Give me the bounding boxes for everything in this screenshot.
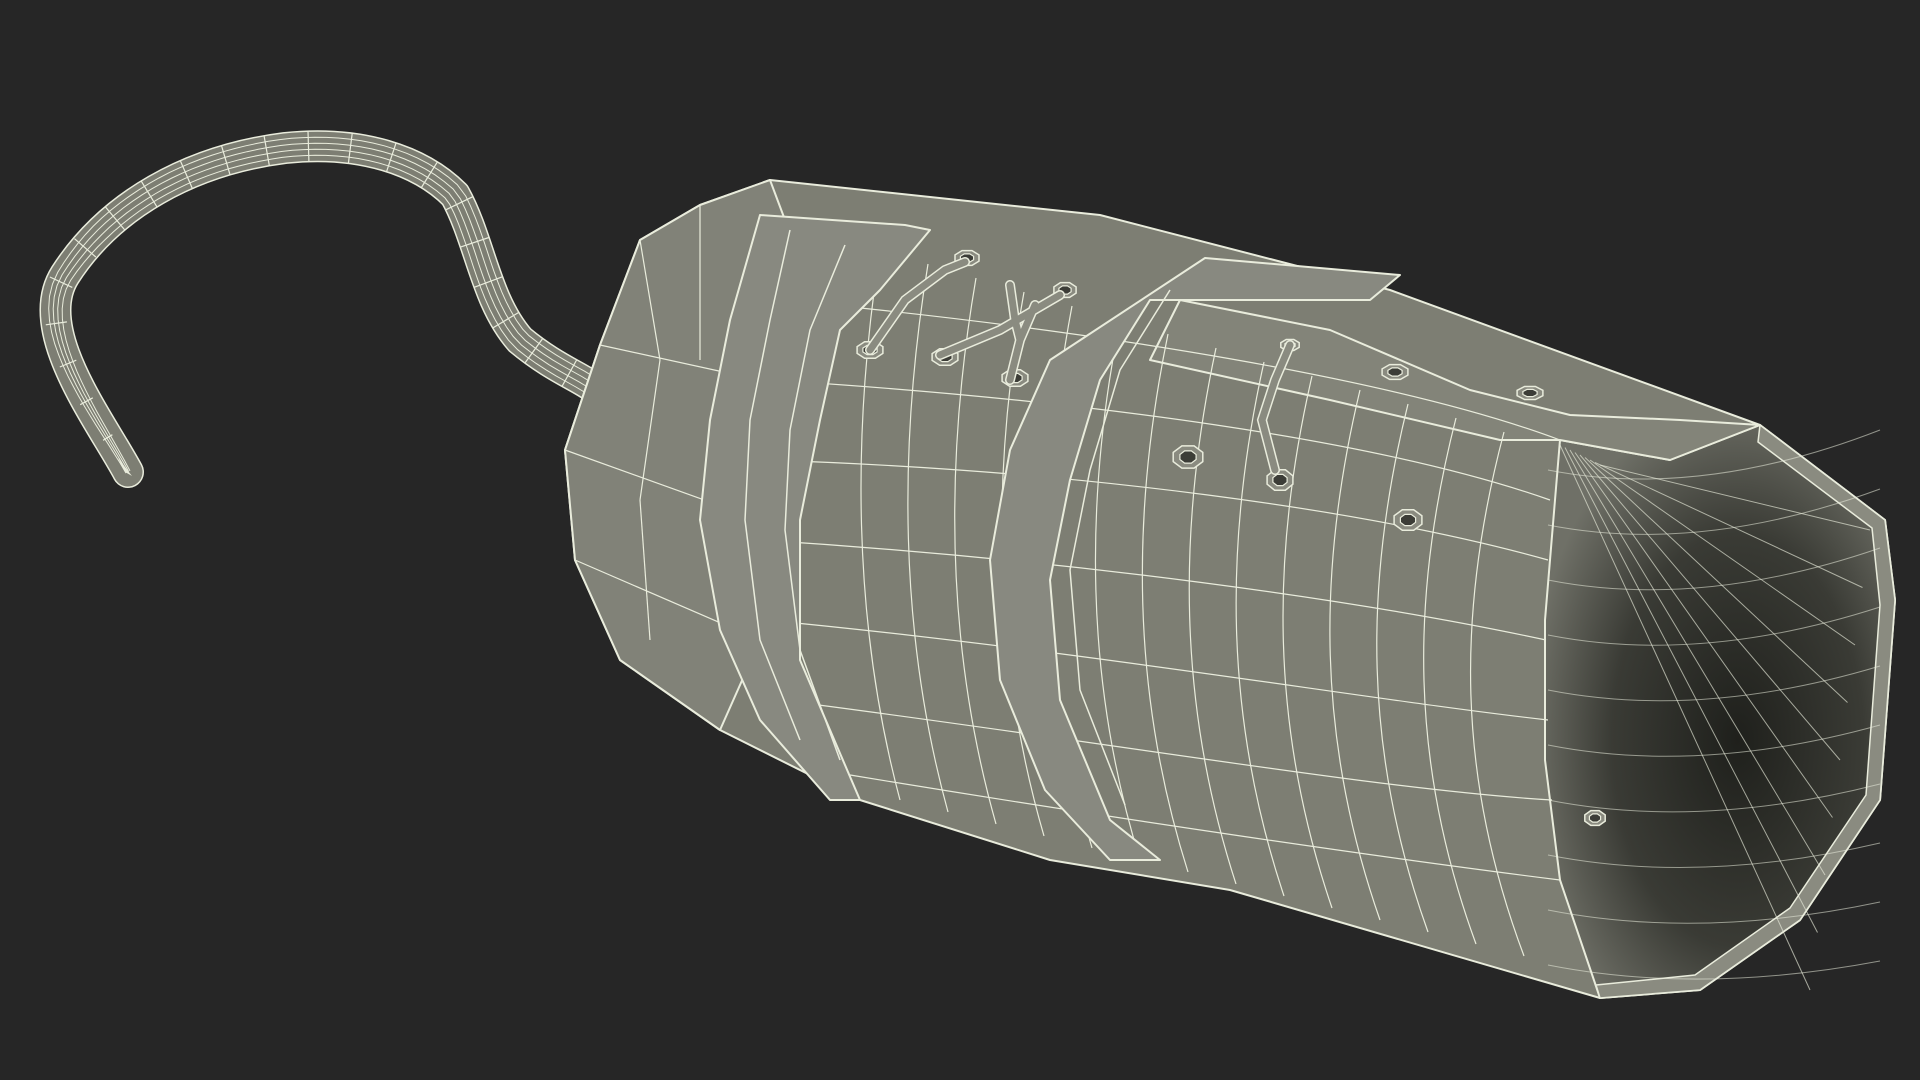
eyelet-hole [1179, 450, 1197, 464]
eyelet-hole [1522, 388, 1538, 398]
eyelet-hole [1399, 513, 1417, 527]
cuff-body [564, 179, 1896, 999]
eyelet-hole [1387, 367, 1403, 377]
viewport [0, 0, 1920, 1080]
wireframe-render [39, 130, 1896, 999]
eyelet-hole [1272, 473, 1288, 487]
hook [39, 130, 606, 488]
eyelet-hole [1588, 813, 1602, 823]
